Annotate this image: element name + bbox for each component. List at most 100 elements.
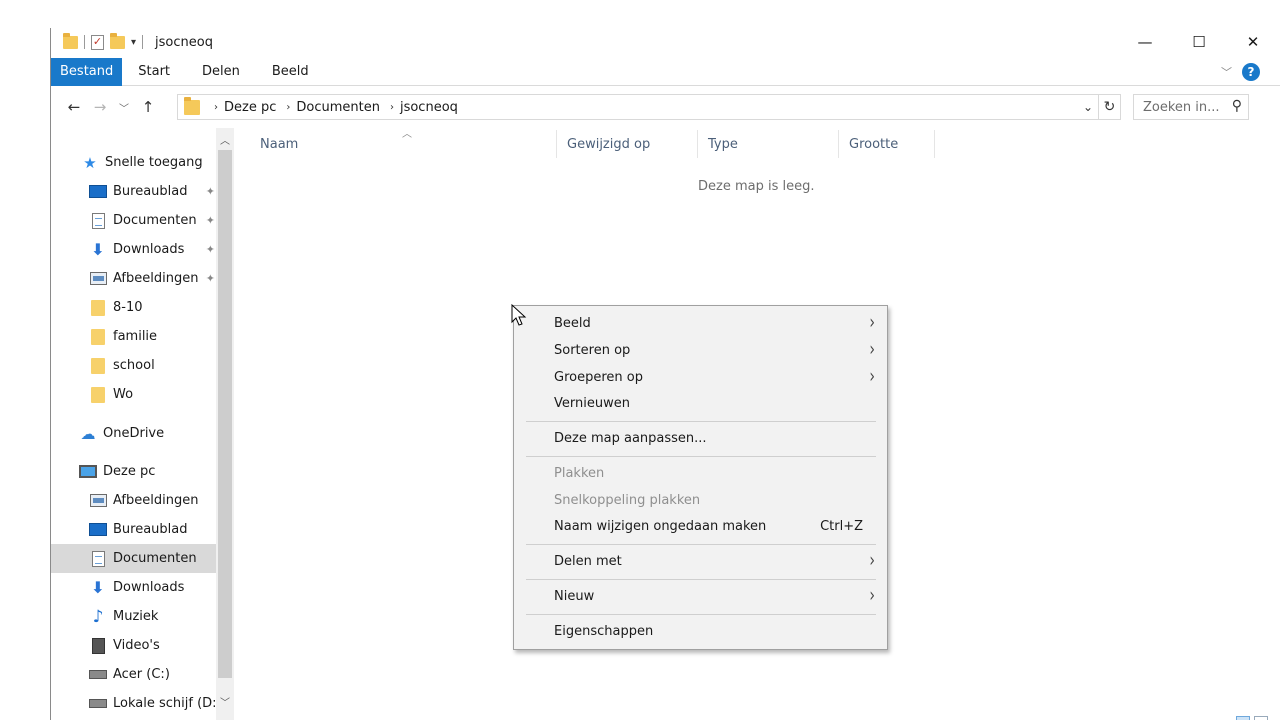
- minimize-icon[interactable]: —: [1118, 28, 1172, 56]
- sidebar-item-pc-afbeeldingen[interactable]: Afbeeldingen: [89, 486, 235, 515]
- sidebar-item-label: Documenten: [113, 213, 197, 228]
- tab-delen[interactable]: Delen: [186, 58, 256, 86]
- sidebar-item-onedrive[interactable]: ☁ OneDrive: [79, 419, 233, 448]
- sidebar-item-label: Afbeeldingen: [113, 271, 199, 286]
- column-divider[interactable]: [697, 130, 698, 158]
- navigation-pane: ★ Snelle toegang Bureaublad ✦ Documenten…: [51, 128, 235, 720]
- properties-icon[interactable]: ✓: [91, 34, 104, 50]
- column-divider[interactable]: [556, 130, 557, 158]
- sidebar-item-label: Afbeeldingen: [113, 493, 199, 508]
- toolbar-divider: [84, 35, 85, 49]
- menu-item-naam-wijzigen-ongedaan-maken[interactable]: Naam wijzigen ongedaan maken Ctrl+Z: [514, 513, 887, 540]
- menu-separator: [526, 614, 876, 615]
- tab-bestand[interactable]: Bestand: [51, 57, 123, 86]
- sidebar-item-quick-access[interactable]: ★ Snelle toegang: [81, 148, 235, 177]
- sidebar-item-bureaublad[interactable]: Bureaublad ✦: [89, 177, 215, 206]
- sidebar-item-pc-downloads[interactable]: ⬇ Downloads: [89, 573, 235, 602]
- scrollbar-thumb[interactable]: [218, 150, 232, 678]
- sidebar-item-label: Deze pc: [103, 464, 156, 479]
- menu-item-nieuw[interactable]: Nieuw ›: [514, 583, 887, 610]
- search-placeholder: Zoeken in...: [1143, 99, 1220, 115]
- up-arrow-icon[interactable]: ↑: [135, 98, 161, 116]
- menu-item-delen-met[interactable]: Delen met ›: [514, 548, 887, 575]
- folder-icon: [89, 357, 107, 374]
- sidebar-item-afbeeldingen[interactable]: Afbeeldingen ✦: [89, 264, 215, 293]
- pin-icon[interactable]: ✦: [206, 214, 215, 227]
- breadcrumb-arrow-icon[interactable]: ›: [214, 102, 218, 113]
- sidebar-item-label: Bureaublad: [113, 184, 188, 199]
- column-header-naam[interactable]: Naam: [260, 128, 298, 160]
- scroll-up-icon[interactable]: ︿: [216, 132, 234, 147]
- breadcrumb-documenten[interactable]: Documenten: [296, 100, 380, 115]
- search-icon[interactable]: ⚲: [1232, 98, 1242, 114]
- sidebar-item-deze-pc[interactable]: Deze pc: [79, 457, 233, 486]
- sidebar-item-school[interactable]: school: [89, 351, 215, 380]
- menu-item-label: Sorteren op: [554, 343, 631, 358]
- search-input[interactable]: Zoeken in... ⚲: [1133, 94, 1249, 120]
- recent-locations-icon[interactable]: ﹀: [113, 100, 135, 115]
- sidebar-item-wo[interactable]: Wo: [89, 380, 215, 409]
- sidebar-item-pc-muziek[interactable]: ♪ Muziek: [89, 602, 235, 631]
- sidebar-item-label: Video's: [113, 638, 160, 653]
- refresh-icon[interactable]: ↻: [1098, 95, 1120, 119]
- sidebar-item-label: 8-10: [113, 300, 143, 315]
- onedrive-icon: ☁: [80, 424, 96, 443]
- breadcrumb-arrow-icon[interactable]: ›: [390, 102, 394, 113]
- sidebar-item-label: Downloads: [113, 242, 185, 257]
- sidebar-item-pc-documenten[interactable]: Documenten: [51, 544, 216, 573]
- submenu-arrow-icon: ›: [869, 365, 875, 389]
- pin-icon[interactable]: ✦: [206, 272, 215, 285]
- menu-item-eigenschappen[interactable]: Eigenschappen: [514, 618, 887, 645]
- customize-dropdown-icon[interactable]: ▾: [131, 37, 136, 48]
- maximize-icon[interactable]: ☐: [1172, 28, 1226, 56]
- folder-icon: [184, 96, 200, 115]
- expand-ribbon-icon[interactable]: ﹀: [1221, 64, 1232, 80]
- breadcrumb-arrow-icon[interactable]: ›: [286, 102, 290, 113]
- menu-item-groeperen-op[interactable]: Groeperen op ›: [514, 364, 887, 391]
- sidebar-item-pc-acer-c[interactable]: Acer (C:): [89, 660, 235, 689]
- menu-item-deze-map-aanpassen[interactable]: Deze map aanpassen...: [514, 425, 887, 452]
- breadcrumb-deze-pc[interactable]: Deze pc: [224, 100, 276, 115]
- sidebar-item-8-10[interactable]: 8-10: [89, 293, 215, 322]
- column-divider[interactable]: [934, 130, 935, 158]
- window-title: jsocneoq: [155, 34, 213, 50]
- new-folder-icon[interactable]: [110, 32, 125, 49]
- column-header-type[interactable]: Type: [708, 128, 738, 160]
- details-view-icon[interactable]: [1236, 716, 1250, 720]
- document-icon: [89, 212, 107, 229]
- empty-folder-message: Deze map is leeg.: [698, 179, 815, 194]
- ribbon-tabs: Bestand Start Delen Beeld ﹀ ?: [51, 57, 1280, 86]
- sidebar-item-label: Wo: [113, 387, 134, 402]
- sidebar-item-pc-videos[interactable]: Video's: [89, 631, 235, 660]
- breadcrumb-jsocneoq[interactable]: jsocneoq: [400, 100, 458, 115]
- menu-item-sorteren-op[interactable]: Sorteren op ›: [514, 337, 887, 364]
- sidebar-item-documenten[interactable]: Documenten ✦: [89, 206, 215, 235]
- pin-icon[interactable]: ✦: [206, 185, 215, 198]
- pin-icon[interactable]: ✦: [206, 243, 215, 256]
- address-bar[interactable]: › Deze pc › Documenten › jsocneoq ⌄ ↻: [177, 94, 1121, 120]
- sidebar-item-pc-bureaublad[interactable]: Bureaublad: [89, 515, 235, 544]
- large-icons-view-icon[interactable]: [1254, 716, 1268, 720]
- tab-start[interactable]: Start: [122, 58, 186, 86]
- column-header-grootte[interactable]: Grootte: [849, 128, 898, 160]
- sidebar-scrollbar[interactable]: ︿ ﹀: [216, 128, 234, 720]
- download-icon: ⬇: [91, 578, 105, 597]
- video-icon: [89, 637, 107, 654]
- tab-beeld[interactable]: Beeld: [256, 58, 325, 86]
- sidebar-item-downloads[interactable]: ⬇ Downloads ✦: [89, 235, 215, 264]
- forward-arrow-icon[interactable]: →: [87, 98, 113, 116]
- desktop-icon: [89, 522, 107, 538]
- column-divider[interactable]: [838, 130, 839, 158]
- menu-item-plakken: Plakken: [514, 460, 887, 487]
- sidebar-item-familie[interactable]: familie: [89, 322, 215, 351]
- mouse-cursor-icon: [511, 304, 527, 326]
- back-arrow-icon[interactable]: ←: [61, 98, 87, 116]
- menu-item-vernieuwen[interactable]: Vernieuwen: [514, 390, 887, 417]
- menu-item-beeld[interactable]: Beeld ›: [514, 310, 887, 337]
- scroll-down-icon[interactable]: ﹀: [216, 694, 234, 709]
- address-dropdown-icon[interactable]: ⌄: [1078, 100, 1098, 114]
- sidebar-item-pc-lokale-schijf-d[interactable]: Lokale schijf (D:): [89, 689, 235, 718]
- close-icon[interactable]: ✕: [1226, 28, 1280, 56]
- help-icon[interactable]: ?: [1242, 63, 1260, 81]
- column-header-gewijzigd-op[interactable]: Gewijzigd op: [567, 128, 650, 160]
